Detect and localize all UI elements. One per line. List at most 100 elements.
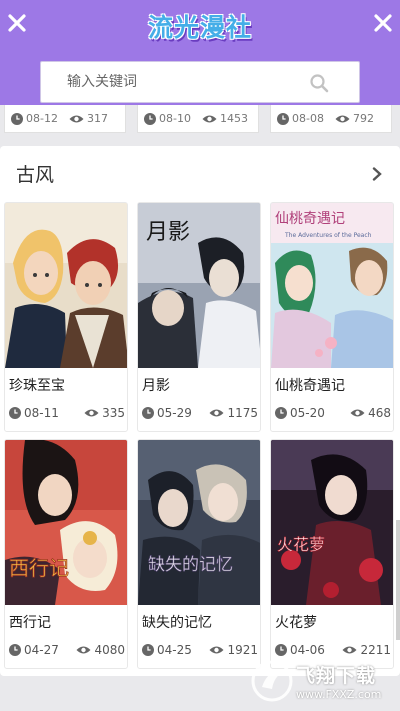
- comic-meta: 08-11 335: [9, 406, 127, 420]
- watermark-text: 飞翔下载 www.FXXZ.com: [296, 661, 381, 701]
- category-section: 古风 珍珠至宝 08-11 335 月影 月影 05-29 1175 仙桃奇遇记…: [0, 146, 400, 676]
- view-count: 335: [84, 406, 127, 420]
- clock-icon: [144, 112, 156, 125]
- clock-icon: [142, 407, 154, 419]
- comic-title[interactable]: 珍珠至宝: [9, 375, 65, 395]
- clock-icon: [9, 644, 21, 656]
- section-title: 古风: [16, 164, 55, 186]
- comic-meta: 05-29 1175: [142, 406, 260, 420]
- views-text: 1175: [227, 406, 258, 420]
- date-text: 04-27: [24, 643, 59, 657]
- comic-title[interactable]: 仙桃奇遇记: [275, 375, 345, 395]
- cover-image: 月影: [138, 203, 260, 368]
- comic-title[interactable]: 火花萝: [275, 612, 317, 632]
- comic-cover[interactable]: 火花萝: [271, 440, 393, 605]
- prev-date-text: 08-10: [159, 112, 191, 125]
- eye-icon: [350, 409, 365, 417]
- comic-title[interactable]: 月影: [142, 375, 170, 395]
- eye-icon: [76, 646, 91, 654]
- eye-icon: [84, 409, 99, 417]
- comic-card[interactable]: 仙桃奇遇记 The Adventures of the Peach 仙桃奇遇记 …: [270, 202, 394, 432]
- cover-image: 西行记: [5, 440, 127, 605]
- eye-icon: [69, 115, 84, 122]
- prev-card[interactable]: 08-08 792: [270, 105, 392, 133]
- cover-image: [5, 203, 127, 368]
- comic-card[interactable]: 月影 月影 05-29 1175: [137, 202, 261, 432]
- app-title: 流光漫社: [147, 13, 252, 42]
- eye-icon: [209, 409, 224, 417]
- views-text: 4080: [94, 643, 125, 657]
- view-count: 1175: [209, 406, 260, 420]
- section-header[interactable]: 古风: [0, 146, 400, 201]
- chevron-right-icon[interactable]: [370, 166, 384, 181]
- view-count: 468: [350, 406, 393, 420]
- comic-meta: 04-25 1921: [142, 643, 260, 657]
- comic-cover[interactable]: 西行记: [5, 440, 127, 605]
- comic-cover[interactable]: 月影: [138, 203, 260, 368]
- eye-icon: [209, 646, 224, 654]
- prev-date: 08-08: [277, 112, 324, 125]
- search-box: [40, 61, 360, 103]
- comic-meta: 04-27 4080: [9, 643, 127, 657]
- prev-views: 792: [335, 112, 374, 125]
- watermark-name: 飞翔下载: [296, 665, 377, 687]
- search-input[interactable]: [67, 74, 297, 90]
- date-text: 05-29: [157, 406, 192, 420]
- views-text: 1921: [227, 643, 258, 657]
- clock-icon: [9, 407, 21, 419]
- app-header: 流光漫社: [0, 0, 400, 105]
- update-date: 05-20: [275, 406, 325, 420]
- update-date: 04-27: [9, 643, 59, 657]
- prev-views-text: 792: [352, 112, 374, 125]
- comic-title[interactable]: 西行记: [9, 612, 51, 632]
- search-icon[interactable]: [309, 73, 329, 93]
- watermark-url: www.FXXZ.com: [296, 688, 382, 701]
- cover-image: 仙桃奇遇记 The Adventures of the Peach: [271, 203, 393, 368]
- cover-lettering: 缺失的记忆: [148, 555, 233, 575]
- clock-icon: [11, 112, 23, 125]
- prev-views-text: 1453: [219, 112, 248, 125]
- cover-lettering: 仙桃奇遇记: [275, 210, 345, 227]
- prev-date: 08-10: [144, 112, 191, 125]
- cover-image: 缺失的记忆: [138, 440, 260, 605]
- eye-icon: [202, 115, 217, 122]
- prev-card[interactable]: 08-10 1453: [137, 105, 259, 133]
- cover-lettering: 火花萝: [277, 535, 325, 554]
- comic-cover[interactable]: [5, 203, 127, 368]
- date-text: 05-20: [290, 406, 325, 420]
- date-text: 08-11: [24, 406, 59, 420]
- update-date: 05-29: [142, 406, 192, 420]
- prev-views: 1453: [202, 112, 248, 125]
- comic-cover[interactable]: 仙桃奇遇记 The Adventures of the Peach: [271, 203, 393, 368]
- scrollbar[interactable]: [396, 520, 400, 640]
- views-text: 335: [102, 406, 125, 420]
- comic-card[interactable]: 珍珠至宝 08-11 335: [4, 202, 128, 432]
- date-text: 04-06: [290, 643, 325, 657]
- previous-section: 08-12 317 08-10 1453 08-08 792: [0, 105, 400, 140]
- update-date: 04-06: [275, 643, 325, 657]
- prev-views: 317: [69, 112, 108, 125]
- comic-card[interactable]: 缺失的记忆 缺失的记忆 04-25 1921: [137, 439, 261, 669]
- comic-card[interactable]: 西行记 西行记 04-27 4080: [4, 439, 128, 669]
- close-right-button[interactable]: [368, 8, 398, 38]
- watermark-logo-icon: [251, 660, 293, 702]
- views-text: 468: [368, 406, 391, 420]
- comic-meta: 04-06 2211: [275, 643, 393, 657]
- update-date: 04-25: [142, 643, 192, 657]
- comic-cover[interactable]: 缺失的记忆: [138, 440, 260, 605]
- close-icon: [374, 14, 392, 32]
- eye-icon: [335, 115, 350, 122]
- clock-icon: [277, 112, 289, 125]
- view-count: 4080: [76, 643, 127, 657]
- comic-title[interactable]: 缺失的记忆: [142, 612, 212, 632]
- comic-card[interactable]: 火花萝 火花萝 04-06 2211: [270, 439, 394, 669]
- prev-date: 08-12: [11, 112, 58, 125]
- cover-lettering: 月影: [146, 220, 190, 245]
- cover-subtitle: The Adventures of the Peach: [284, 232, 372, 239]
- view-count: 1921: [209, 643, 260, 657]
- watermark: 飞翔下载 www.FXXZ.com: [250, 658, 400, 704]
- view-count: 2211: [342, 643, 393, 657]
- clock-icon: [275, 407, 287, 419]
- prev-card[interactable]: 08-12 317: [4, 105, 126, 133]
- clock-icon: [142, 644, 154, 656]
